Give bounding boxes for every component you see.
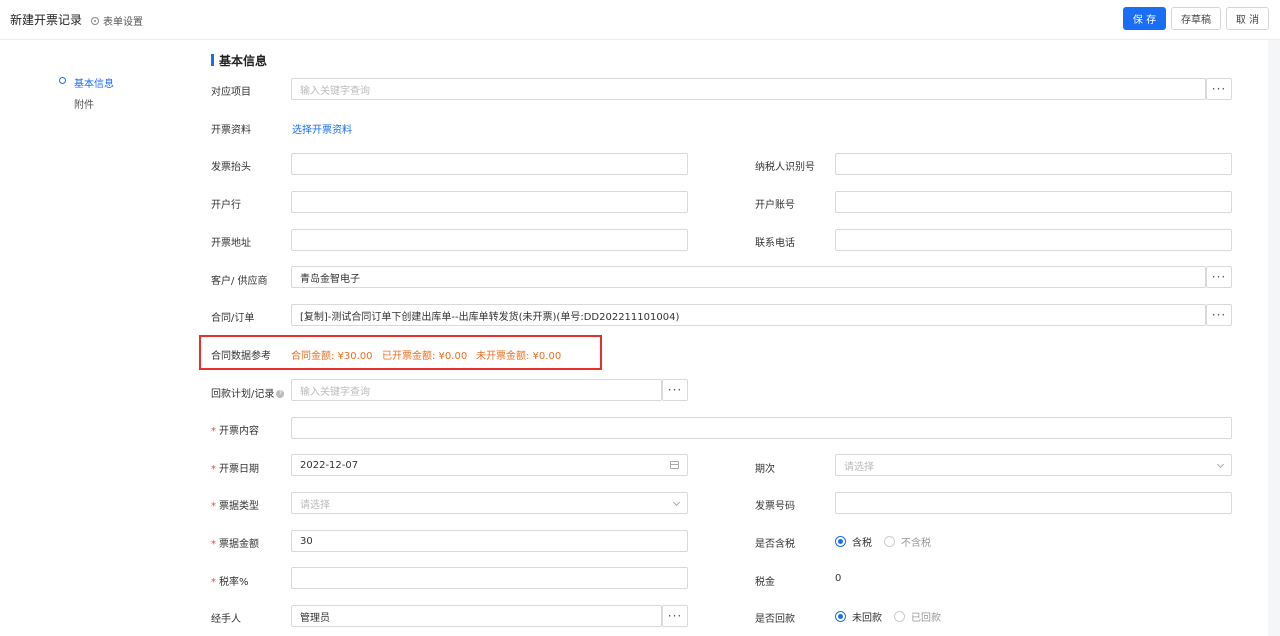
contract-ref-label: 合同数据参考	[211, 351, 271, 362]
tax-excluded-radio[interactable]	[884, 536, 895, 547]
tax-value: 0	[835, 573, 842, 584]
select-invoice-info-link[interactable]: 选择开票资料	[292, 121, 352, 136]
nav-item-attachments[interactable]: 附件	[74, 96, 94, 111]
period-select[interactable]: 请选择	[835, 454, 1232, 476]
project-input[interactable]: 输入关键字查询	[291, 78, 1206, 100]
nav-item-basic-info[interactable]: 基本信息	[74, 75, 114, 90]
bill-type-label: * 票据类型	[211, 501, 259, 512]
project-label: 对应项目	[211, 87, 251, 98]
required-mark: *	[211, 577, 216, 588]
not-collected-option-label: 未回款	[852, 613, 882, 624]
bill-amount-input[interactable]: 30	[291, 530, 688, 552]
help-icon[interactable]: ?	[276, 390, 285, 398]
content-input[interactable]	[291, 417, 1232, 439]
collected-label: 是否回款	[755, 614, 795, 625]
address-label: 开票地址	[211, 238, 251, 249]
collected-option-label: 已回款	[911, 613, 941, 624]
required-mark: *	[211, 539, 216, 550]
payment-plan-label: 回款计划/记录?	[211, 385, 285, 400]
chevron-down-icon	[1216, 460, 1225, 469]
project-picker-button[interactable]: ···	[1206, 78, 1232, 100]
save-button[interactable]: 保 存	[1123, 7, 1166, 30]
content-label: * 开票内容	[211, 426, 259, 437]
payment-plan-input[interactable]: 输入关键字查询	[291, 379, 662, 401]
collected-radio-group: 未回款 已回款	[835, 609, 947, 624]
invoice-title-label: 发票抬头	[211, 162, 251, 173]
tax-excluded-option-label: 不含税	[901, 538, 931, 549]
period-label: 期次	[755, 464, 775, 475]
bill-amount-label: * 票据金额	[211, 539, 259, 550]
form-settings-label: 表单设置	[103, 17, 143, 28]
customer-picker-button[interactable]: ···	[1206, 266, 1232, 288]
top-toolbar: 新建开票记录 表单设置 保 存 存草稿 取 消	[0, 0, 1280, 40]
handler-input[interactable]: 管理员	[291, 605, 662, 627]
required-mark: *	[211, 464, 216, 475]
invoice-no-label: 发票号码	[755, 501, 795, 512]
phone-input[interactable]	[835, 229, 1232, 251]
required-mark: *	[211, 501, 216, 512]
contract-label: 合同/订单	[211, 313, 255, 324]
bank-input[interactable]	[291, 191, 688, 213]
invoice-no-input[interactable]	[835, 492, 1232, 514]
tax-rate-label: * 税率%	[211, 577, 249, 588]
contract-amount: 合同金额: ¥30.00	[291, 351, 373, 362]
chevron-down-icon	[672, 498, 681, 507]
collected-radio[interactable]	[894, 611, 905, 622]
tax-included-option-label: 含税	[852, 538, 872, 549]
date-label: * 开票日期	[211, 464, 259, 475]
customer-input[interactable]: 青岛金智电子	[291, 266, 1206, 288]
customer-label: 客户/ 供应商	[211, 276, 268, 287]
tax-included-radio[interactable]	[835, 536, 846, 547]
contract-input[interactable]: [复制]-测试合同订单下创建出库单--出库单转发货(未开票)(单号:DD2022…	[291, 304, 1206, 326]
section-nav	[0, 40, 190, 636]
uninvoiced-amount: 未开票金额: ¥0.00	[476, 351, 562, 362]
save-draft-button[interactable]: 存草稿	[1171, 7, 1221, 30]
tax-rate-input[interactable]	[291, 567, 688, 589]
invoice-info-label: 开票资料	[211, 125, 251, 136]
payment-plan-picker-button[interactable]: ···	[662, 379, 688, 401]
active-marker-icon	[59, 77, 66, 84]
handler-picker-button[interactable]: ···	[662, 605, 688, 627]
calendar-icon	[670, 461, 679, 469]
not-collected-radio[interactable]	[835, 611, 846, 622]
contract-picker-button[interactable]: ···	[1206, 304, 1232, 326]
date-picker[interactable]: 2022-12-07	[291, 454, 688, 476]
address-input[interactable]	[291, 229, 688, 251]
section-title: 基本信息	[211, 52, 267, 69]
cancel-button[interactable]: 取 消	[1226, 7, 1269, 30]
tax-included-radio-group: 含税 不含税	[835, 534, 937, 549]
gear-icon	[91, 16, 99, 25]
tax-label: 税金	[755, 577, 775, 588]
bank-label: 开户行	[211, 200, 241, 211]
account-input[interactable]	[835, 191, 1232, 213]
taxpayer-id-input[interactable]	[835, 153, 1232, 175]
phone-label: 联系电话	[755, 238, 795, 249]
invoiced-amount: 已开票金额: ¥0.00	[382, 351, 468, 362]
form-settings-link[interactable]: 表单设置	[91, 13, 143, 28]
bill-type-select[interactable]: 请选择	[291, 492, 688, 514]
required-mark: *	[211, 426, 216, 437]
page-title: 新建开票记录	[10, 13, 83, 27]
account-label: 开户账号	[755, 200, 795, 211]
tax-included-label: 是否含税	[755, 539, 795, 550]
handler-label: 经手人	[211, 614, 241, 625]
taxpayer-id-label: 纳税人识别号	[755, 162, 815, 173]
invoice-title-input[interactable]	[291, 153, 688, 175]
